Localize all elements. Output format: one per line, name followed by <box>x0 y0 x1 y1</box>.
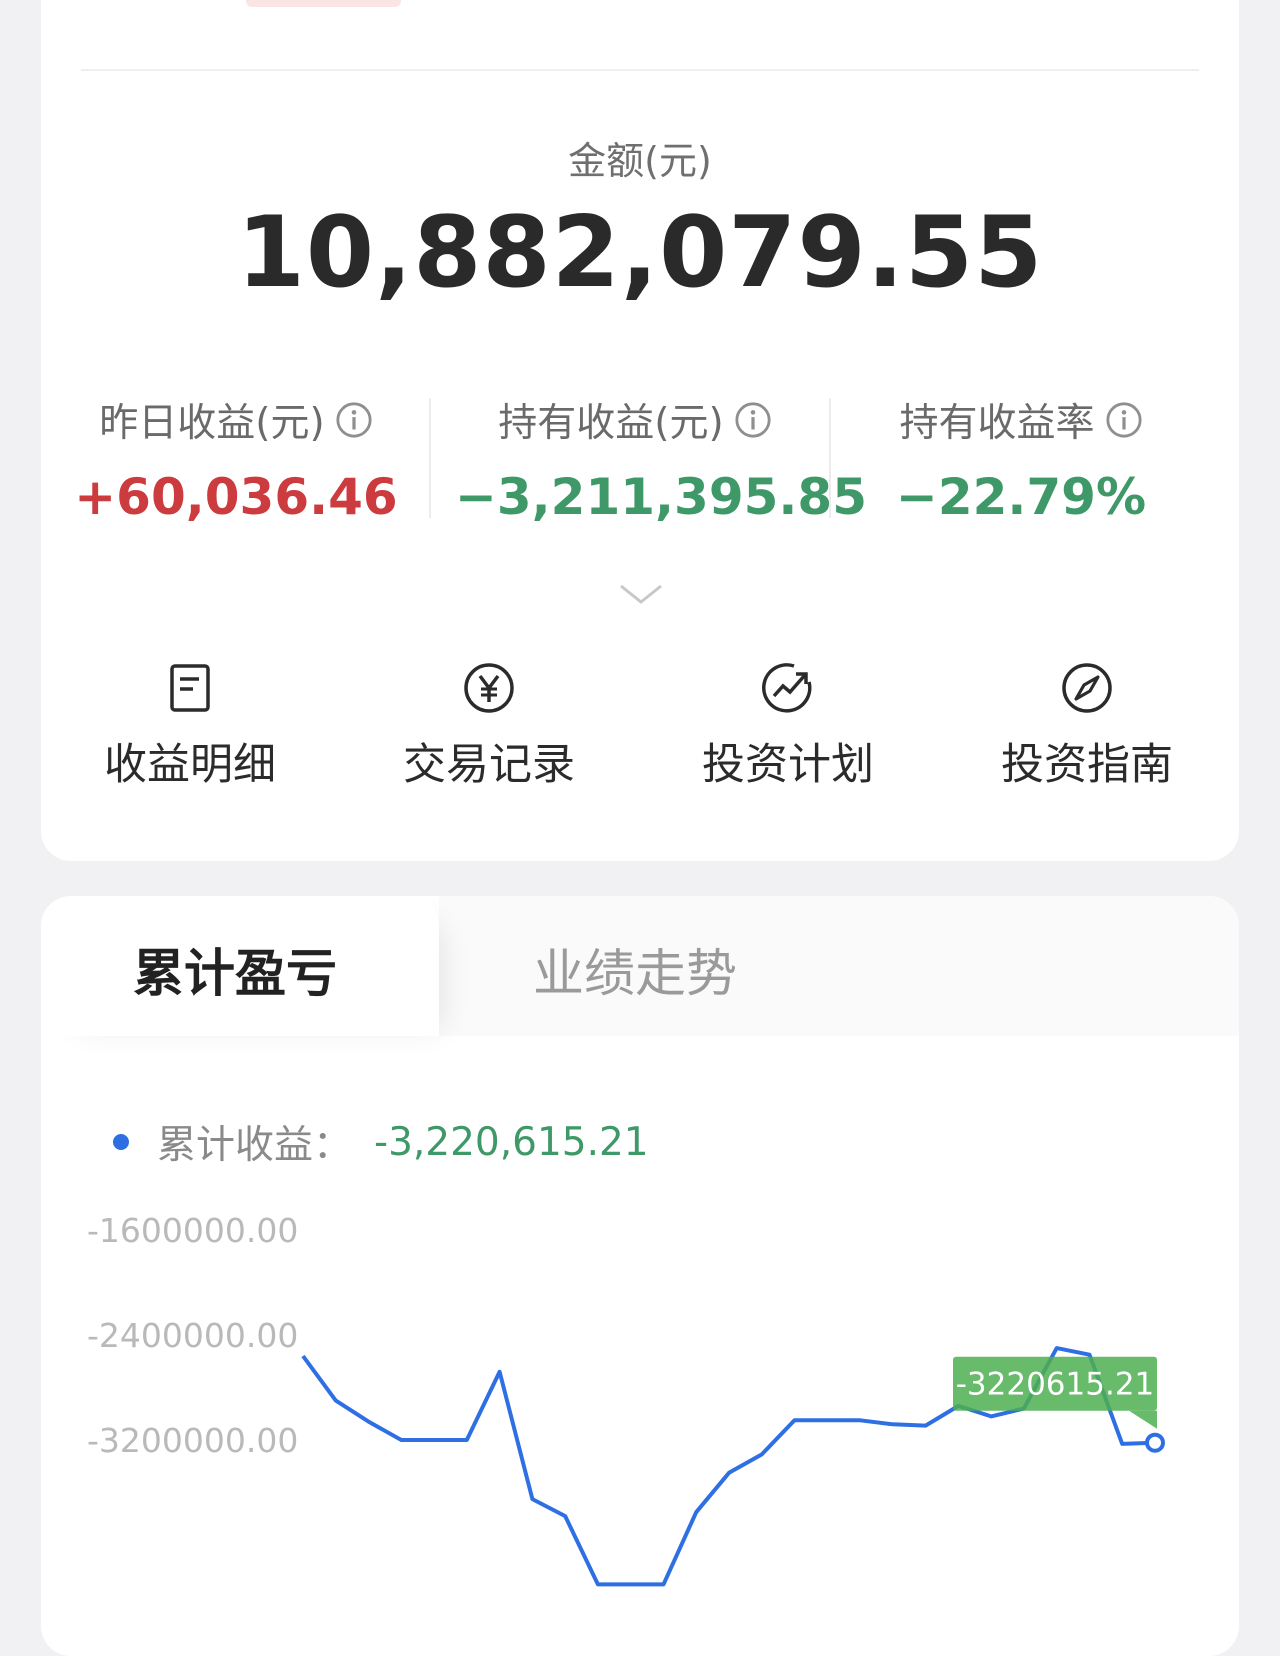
action-investment-guide[interactable]: 投资指南 <box>967 660 1207 792</box>
divider <box>81 69 1199 71</box>
last-point-marker[interactable] <box>1145 1432 1165 1453</box>
stat-label: 持有收益(元) <box>498 401 724 446</box>
profit-chart-card: 累计盈亏 业绩走势 累计收益： -3,220,615.21 -1600000.0… <box>41 896 1239 1656</box>
stat-value: −22.79% <box>895 468 1147 526</box>
action-label: 投资计划 <box>702 740 874 790</box>
stat-yesterday-profit: 昨日收益(元) +60,036.46 <box>56 392 416 526</box>
action-trade-records[interactable]: 交易记录 <box>369 660 609 792</box>
stat-holding-rate: 持有收益率 −22.79% <box>841 392 1201 526</box>
compass-icon <box>1062 663 1112 713</box>
info-icon[interactable] <box>1105 401 1143 439</box>
action-earnings-detail[interactable]: 收益明细 <box>70 660 310 792</box>
stat-label: 昨日收益(元) <box>99 401 325 446</box>
action-label: 投资指南 <box>1001 740 1173 790</box>
yen-circle-icon <box>464 663 514 713</box>
asset-summary-card: 金额(元) 10,882,079.55 昨日收益(元) +60,036.46 持… <box>41 0 1239 861</box>
stat-value: +60,036.46 <box>74 468 398 526</box>
stat-holding-profit: 持有收益(元) −3,211,395.85 <box>455 392 867 526</box>
tag-strip <box>246 0 401 7</box>
y-tick-label: -3200000.00 <box>87 1421 298 1460</box>
chart-tooltip: -3220615.21 <box>953 1356 1157 1429</box>
y-tick-label: -2400000.00 <box>87 1316 298 1355</box>
stat-value: −3,211,395.85 <box>455 468 867 526</box>
details-link-fragment[interactable] <box>1081 0 1181 6</box>
info-icon[interactable] <box>335 401 373 439</box>
document-icon <box>170 664 210 712</box>
cumulative-profit-chart[interactable]: -1600000.00 -2400000.00 -3200000.00 -32206… <box>41 896 1239 1656</box>
stat-label: 持有收益率 <box>899 401 1095 446</box>
action-label: 收益明细 <box>104 740 276 790</box>
tooltip-label: -3220615.21 <box>956 1367 1155 1403</box>
amount-value: 10,882,079.55 <box>236 196 1044 310</box>
info-icon[interactable] <box>734 401 772 439</box>
stat-separator <box>829 398 831 518</box>
trend-up-icon <box>762 663 812 713</box>
action-label: 交易记录 <box>403 740 575 790</box>
chevron-down-icon[interactable] <box>618 582 664 606</box>
action-investment-plan[interactable]: 投资计划 <box>668 660 908 792</box>
y-axis: -1600000.00 -2400000.00 -3200000.00 <box>87 1211 298 1460</box>
amount-label: 金额(元) <box>568 139 712 183</box>
stat-separator <box>429 398 431 518</box>
y-tick-label: -1600000.00 <box>87 1211 298 1250</box>
tooltip-pointer <box>1129 1410 1157 1429</box>
